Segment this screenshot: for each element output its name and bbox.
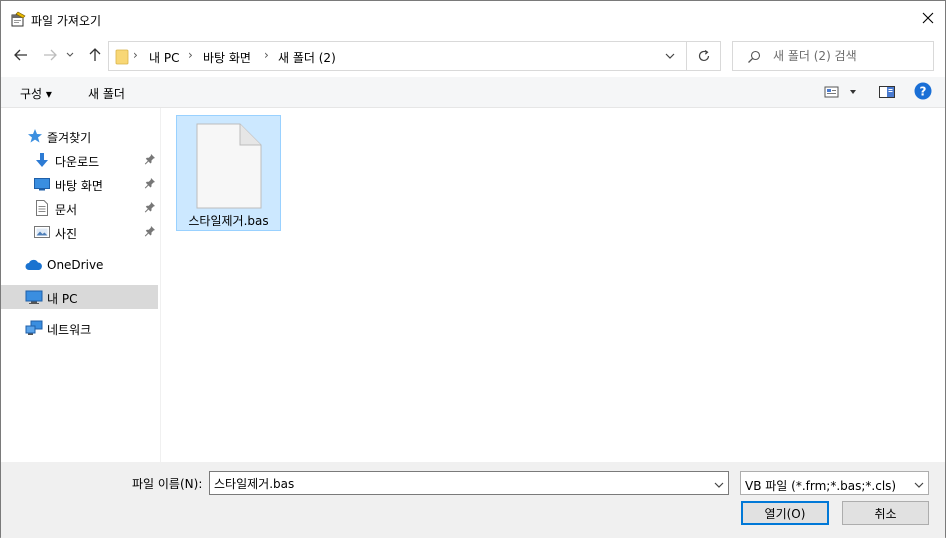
svg-text:?: ?: [920, 85, 927, 99]
download-icon: [34, 152, 50, 168]
new-folder-button[interactable]: 새 폴더: [88, 85, 125, 102]
file-item[interactable]: 스타일제거.bas: [176, 115, 281, 231]
computer-icon: [25, 289, 43, 305]
sidebar-item-this-pc[interactable]: 내 PC: [1, 285, 158, 309]
sidebar-item-quick-access[interactable]: 즐겨찾기: [1, 124, 158, 148]
filename-dropdown-button[interactable]: [714, 478, 724, 492]
sidebar-item-label: 사진: [55, 227, 78, 241]
search-box[interactable]: [732, 41, 934, 71]
chevron-down-icon: [665, 53, 675, 59]
address-bar[interactable]: › 내 PC › 바탕 화면 › 새 폴더 (2): [108, 41, 687, 71]
document-icon: [34, 200, 50, 216]
sidebar-item-label: 바탕 화면: [55, 179, 103, 193]
sidebar-item-pictures[interactable]: 사진: [1, 220, 158, 244]
breadcrumb-separator-icon: ›: [188, 48, 193, 62]
filename-combobox[interactable]: [209, 471, 729, 495]
picture-icon: [34, 224, 50, 240]
command-bar: 구성 ▾ 새 폴더 ?: [1, 77, 945, 108]
close-icon: [922, 12, 934, 24]
filename-input[interactable]: [214, 475, 694, 491]
sidebar-item-label: OneDrive: [47, 258, 104, 272]
view-options-button[interactable]: [824, 83, 860, 104]
up-button[interactable]: [84, 44, 106, 66]
address-dropdown-button[interactable]: [665, 49, 675, 63]
preview-pane-icon: [879, 86, 895, 98]
sidebar-item-label: 즐겨찾기: [47, 131, 92, 145]
sidebar-item-label: 네트워크: [47, 323, 92, 337]
chevron-down-icon: [66, 52, 74, 57]
file-open-dialog: 파일 가져오기 › 내 PC › 바탕 화면 › 새 폴더 (2) 새 폴더 (…: [0, 0, 946, 538]
up-arrow-icon: [89, 48, 101, 61]
title-bar: 파일 가져오기: [1, 1, 945, 35]
recent-locations-button[interactable]: [63, 44, 77, 66]
cloud-icon: [25, 257, 42, 273]
star-icon: [27, 128, 43, 144]
blank-file-icon: [196, 123, 262, 212]
cancel-button[interactable]: 취소: [842, 501, 929, 525]
help-button[interactable]: ?: [914, 82, 932, 103]
dialog-footer: 파일 이름(N): VB 파일 (*.frm;*.bas;*.cls) 열기(O…: [1, 462, 945, 538]
window-title: 파일 가져오기: [31, 14, 102, 28]
refresh-button[interactable]: [687, 41, 721, 71]
pin-icon: [144, 153, 156, 168]
sidebar-item-label: 다운로드: [55, 155, 100, 169]
pin-icon: [144, 225, 156, 240]
help-icon: ?: [914, 82, 932, 100]
refresh-icon: [698, 50, 709, 62]
app-icon: [10, 11, 26, 27]
file-name: 스타일제거.bas: [188, 214, 269, 228]
organize-button[interactable]: 구성 ▾: [20, 85, 52, 102]
breadcrumb-desktop[interactable]: 바탕 화면: [203, 49, 251, 66]
sidebar-item-label: 내 PC: [47, 292, 78, 306]
breadcrumb-separator-icon: ›: [264, 48, 269, 62]
navigation-row: › 내 PC › 바탕 화면 › 새 폴더 (2): [1, 39, 945, 73]
back-arrow-icon: [14, 49, 27, 61]
sidebar-item-desktop[interactable]: 바탕 화면: [1, 172, 158, 196]
preview-pane-button[interactable]: [878, 83, 896, 104]
open-button[interactable]: 열기(O): [741, 501, 829, 525]
breadcrumb-this-pc[interactable]: 내 PC: [149, 49, 179, 66]
search-icon: [747, 50, 761, 67]
chevron-down-icon: [714, 482, 724, 488]
back-button[interactable]: [10, 44, 32, 66]
filetype-dropdown-button[interactable]: [914, 478, 924, 492]
forward-arrow-icon: [44, 49, 57, 61]
search-input[interactable]: [773, 47, 923, 65]
view-list-icon: [824, 86, 856, 98]
sidebar-item-label: 문서: [55, 203, 78, 217]
chevron-down-icon: [914, 482, 924, 488]
pin-icon: [144, 177, 156, 192]
sidebar-item-downloads[interactable]: 다운로드: [1, 148, 158, 172]
pin-icon: [144, 201, 156, 216]
breadcrumb-separator-icon: ›: [133, 48, 138, 62]
filetype-select[interactable]: VB 파일 (*.frm;*.bas;*.cls): [740, 471, 929, 495]
navigation-pane: 즐겨찾기 다운로드 바탕 화면 문서 사진 OneDrive 내 PC 네트워크: [1, 108, 161, 462]
filename-label: 파일 이름(N):: [132, 477, 203, 491]
file-list-pane: 스타일제거.bas: [162, 108, 945, 462]
breadcrumb-new-folder-2[interactable]: 새 폴더 (2): [278, 49, 336, 66]
forward-button[interactable]: [39, 44, 61, 66]
folder-icon: [115, 49, 129, 68]
sidebar-item-onedrive[interactable]: OneDrive: [1, 253, 158, 277]
network-icon: [25, 320, 43, 336]
sidebar-item-documents[interactable]: 문서: [1, 196, 158, 220]
filetype-value: VB 파일 (*.frm;*.bas;*.cls): [745, 479, 897, 493]
sidebar-item-network[interactable]: 네트워크: [1, 316, 158, 340]
close-button[interactable]: [911, 1, 945, 35]
desktop-icon: [34, 176, 50, 192]
